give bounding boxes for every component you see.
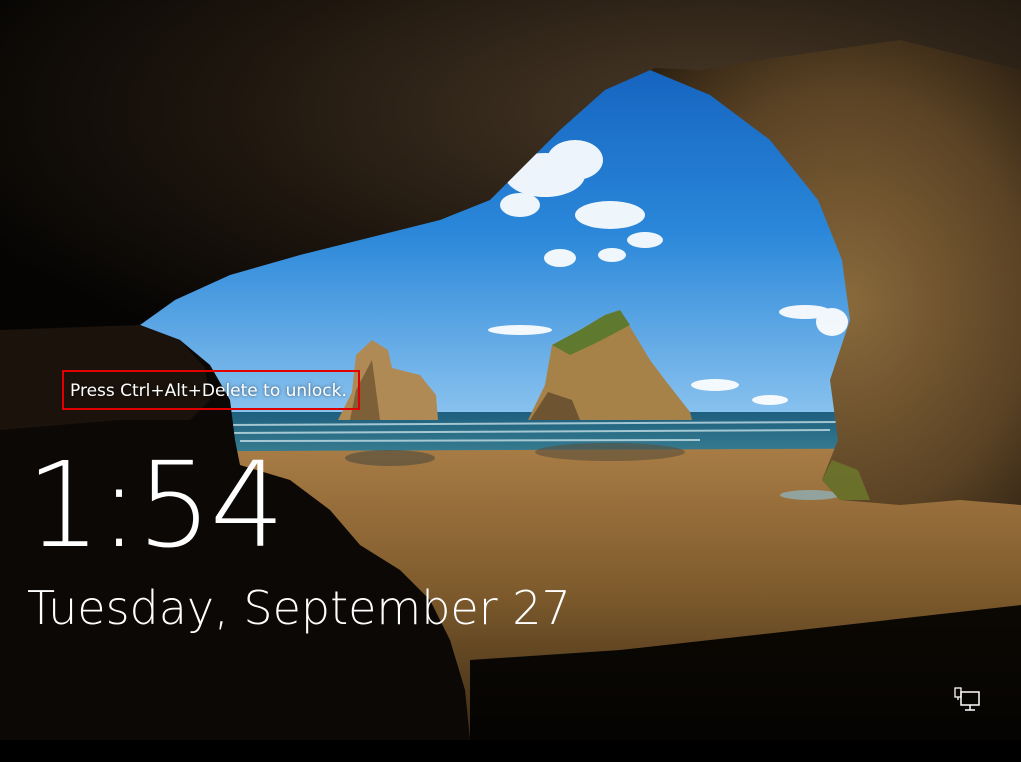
bottom-black-bar bbox=[0, 740, 1021, 762]
lock-screen-date: Tuesday, September 27 bbox=[27, 581, 571, 635]
network-icon[interactable] bbox=[952, 686, 982, 714]
network-monitor-icon bbox=[954, 687, 980, 711]
unlock-prompt[interactable]: Press Ctrl+Alt+Delete to unlock. bbox=[62, 370, 360, 410]
lock-screen[interactable]: Press Ctrl+Alt+Delete to unlock. 1:54 Tu… bbox=[0, 0, 1021, 762]
lock-screen-time: 1:54 bbox=[26, 436, 285, 574]
